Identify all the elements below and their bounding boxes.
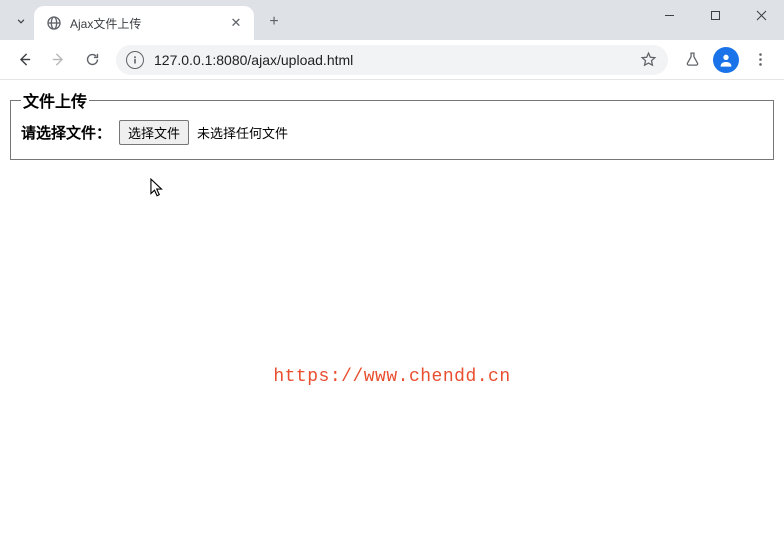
arrow-left-icon	[16, 51, 33, 68]
window-minimize-button[interactable]	[646, 0, 692, 30]
nav-back-button[interactable]	[8, 44, 40, 76]
site-info-button[interactable]	[126, 51, 144, 69]
tab-title: Ajax文件上传	[70, 15, 228, 32]
profile-button[interactable]	[710, 44, 742, 76]
browser-tab[interactable]: Ajax文件上传 ✕	[34, 6, 254, 40]
url-text: 127.0.0.1:8080/ajax/upload.html	[154, 52, 628, 68]
reload-icon	[84, 51, 101, 68]
minimize-icon	[664, 10, 675, 21]
chevron-down-icon	[14, 14, 28, 28]
mouse-cursor	[149, 178, 164, 201]
watermark-text: https://www.chendd.cn	[273, 367, 510, 387]
maximize-icon	[710, 10, 721, 21]
page-content: 文件上传 请选择文件： 选择文件 未选择任何文件	[0, 80, 784, 168]
arrow-right-icon	[50, 51, 67, 68]
bookmark-button[interactable]	[638, 50, 658, 70]
window-controls	[646, 0, 784, 30]
browser-toolbar: 127.0.0.1:8080/ajax/upload.html	[0, 40, 784, 80]
file-status-text: 未选择任何文件	[197, 123, 288, 142]
avatar	[713, 47, 739, 73]
file-select-label: 请选择文件：	[21, 122, 111, 143]
address-bar[interactable]: 127.0.0.1:8080/ajax/upload.html	[116, 45, 668, 75]
file-row: 请选择文件： 选择文件 未选择任何文件	[21, 120, 763, 145]
info-icon	[130, 55, 140, 65]
star-icon	[640, 51, 657, 68]
window-titlebar: Ajax文件上传 ✕ +	[0, 0, 784, 40]
tab-search-button[interactable]	[8, 6, 34, 36]
new-tab-button[interactable]: +	[260, 8, 288, 36]
person-icon	[718, 52, 734, 68]
globe-icon	[46, 15, 62, 31]
cursor-icon	[149, 178, 164, 198]
menu-button[interactable]	[744, 44, 776, 76]
kebab-icon	[752, 51, 769, 68]
nav-reload-button[interactable]	[76, 44, 108, 76]
extensions-button[interactable]	[676, 44, 708, 76]
tab-close-button[interactable]: ✕	[228, 15, 244, 31]
flask-icon	[684, 51, 701, 68]
nav-forward-button[interactable]	[42, 44, 74, 76]
close-icon	[756, 10, 767, 21]
file-upload-fieldset: 文件上传 请选择文件： 选择文件 未选择任何文件	[10, 88, 774, 160]
choose-file-button[interactable]: 选择文件	[119, 120, 189, 145]
fieldset-legend: 文件上传	[21, 88, 89, 112]
window-close-button[interactable]	[738, 0, 784, 30]
window-maximize-button[interactable]	[692, 0, 738, 30]
